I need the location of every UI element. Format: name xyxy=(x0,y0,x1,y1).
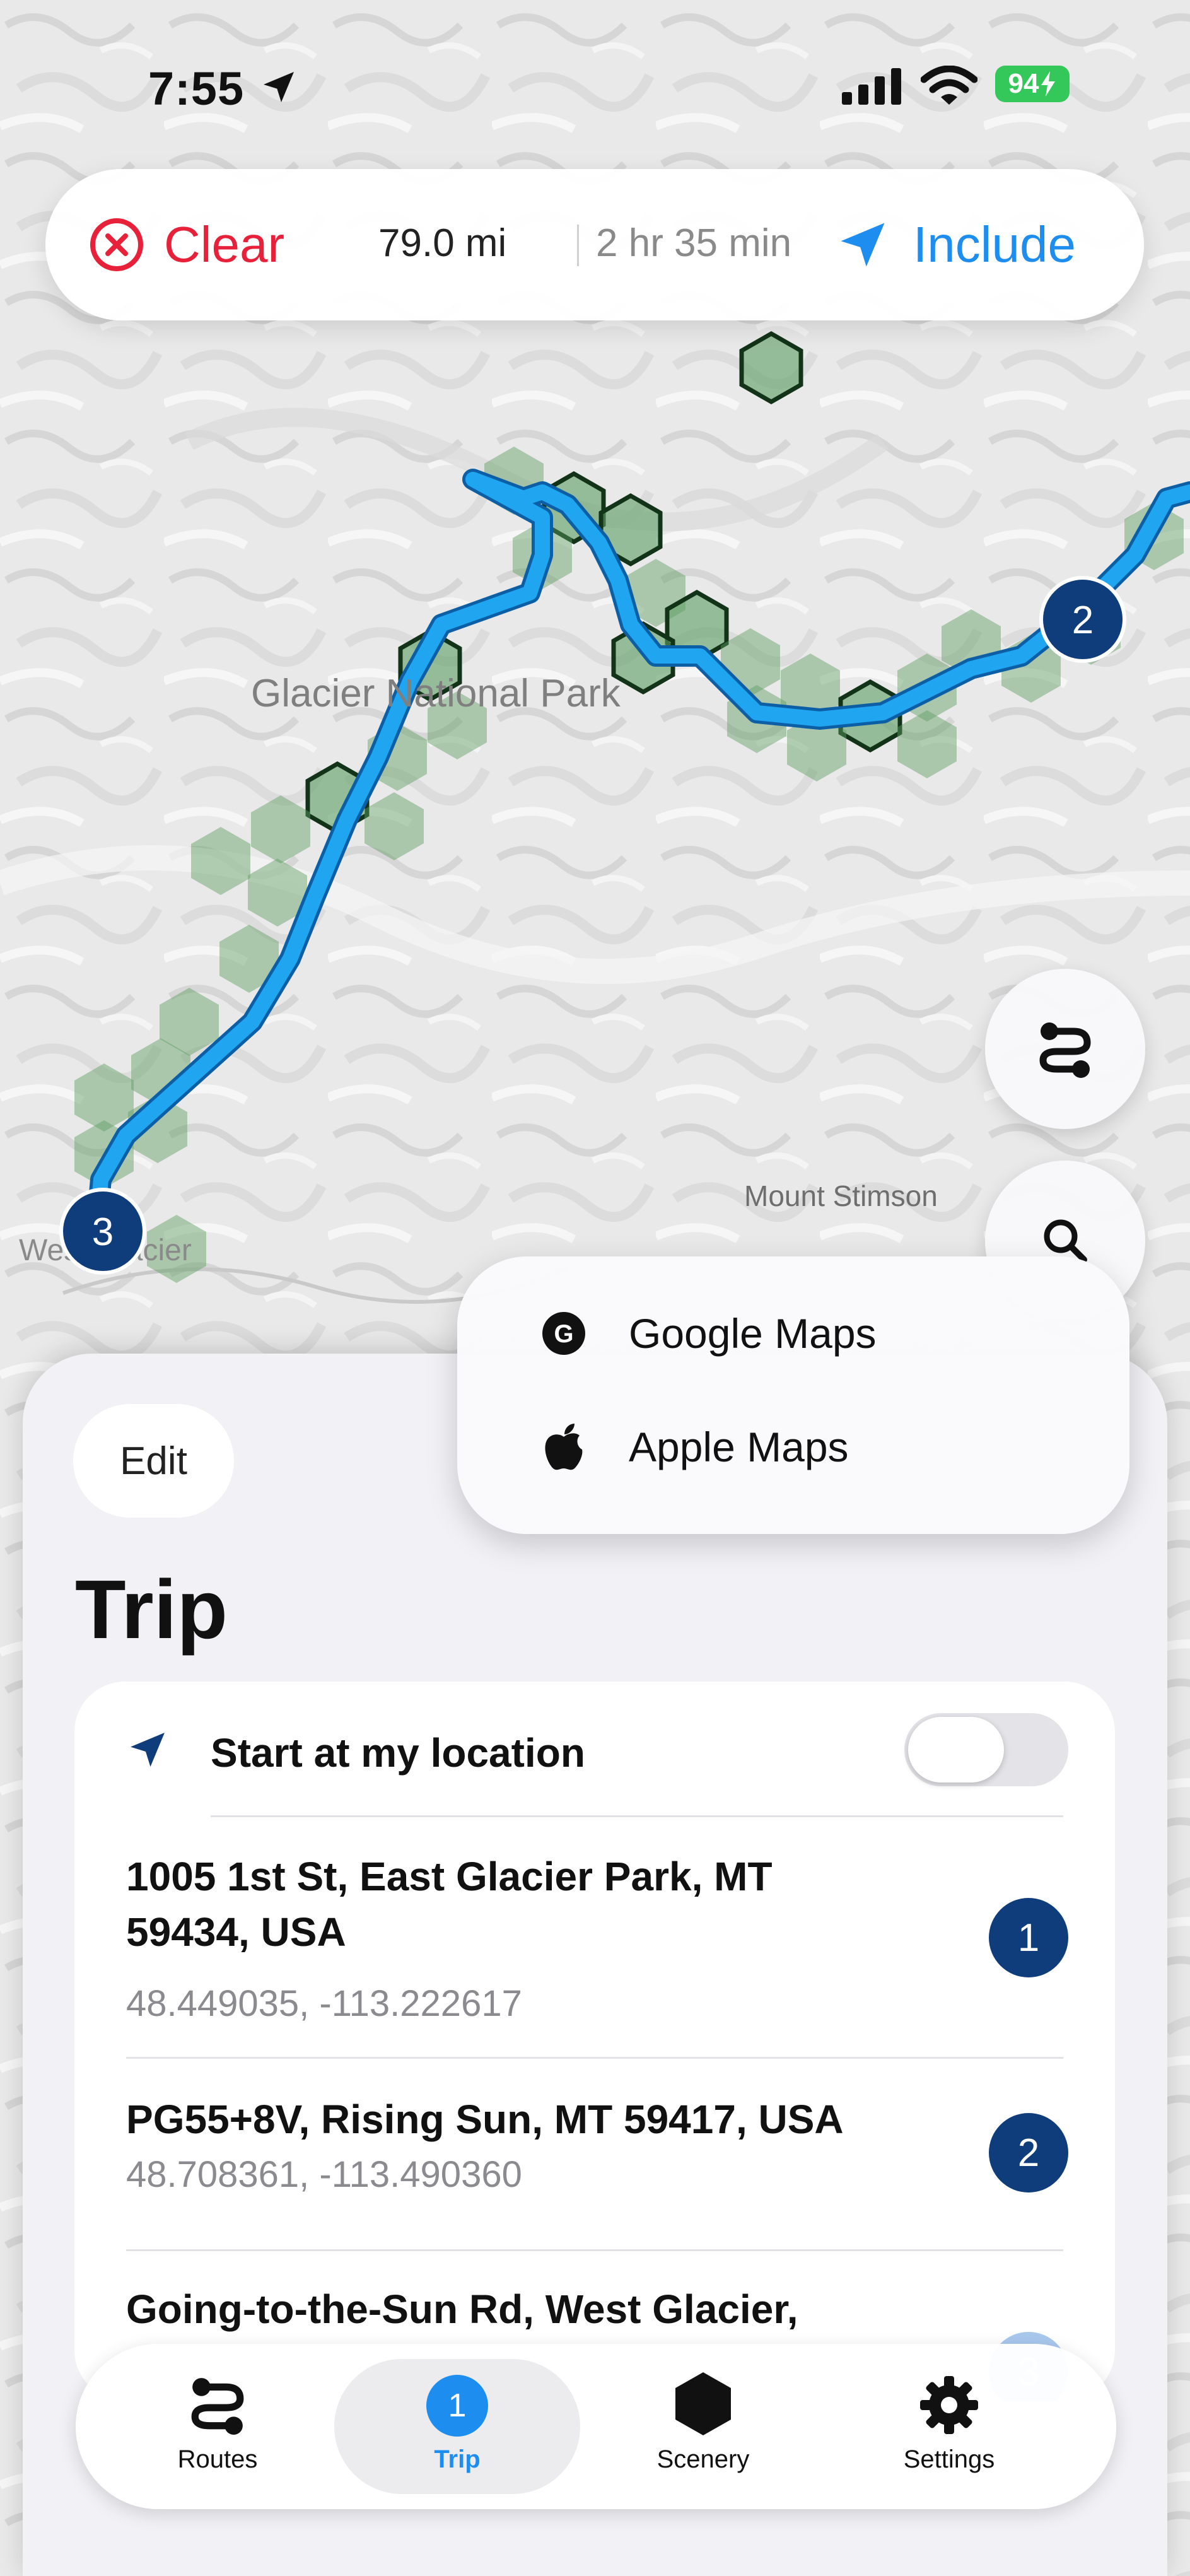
map-marker-2-label: 2 xyxy=(1072,599,1094,642)
location-arrow-icon xyxy=(131,1733,165,1767)
stop-address-line1: 1005 1st St, East Glacier Park, MT xyxy=(126,1854,773,1899)
tab-settings[interactable]: Settings xyxy=(826,2359,1072,2494)
clear-button[interactable]: Clear xyxy=(88,169,284,320)
trip-stop-row[interactable]: PG55+8V, Rising Sun, MT 59417, USA 48.70… xyxy=(74,2059,1115,2248)
start-location-toggle[interactable] xyxy=(904,1713,1068,1786)
map-marker-3-label: 3 xyxy=(92,1210,114,1254)
route-icon xyxy=(1039,1022,1091,1078)
stop-coordinates: 48.708361, -113.490360 xyxy=(126,2154,522,2195)
include-label: Include xyxy=(913,216,1076,272)
stop-address: PG55+8V, Rising Sun, MT 59417, USA xyxy=(126,2092,946,2147)
map-label-park: Glacier National Park xyxy=(251,672,621,715)
map-marker-3[interactable]: 3 xyxy=(59,1188,146,1275)
stop-address: Going-to-the-Sun Rd, West Glacier, xyxy=(126,2281,946,2337)
battery-indicator: 94 xyxy=(995,66,1070,102)
svg-text:G: G xyxy=(554,1320,573,1348)
tab-trip[interactable]: 1 Trip xyxy=(334,2359,580,2494)
trip-summary-bar: Clear 79.0 mi 2 hr 35 min Include xyxy=(45,169,1144,320)
route-style-button[interactable] xyxy=(985,969,1145,1129)
trip-duration: 2 hr 35 min xyxy=(596,221,792,265)
edit-button[interactable]: Edit xyxy=(73,1404,234,1518)
gear-icon xyxy=(920,2376,978,2434)
start-location-label: Start at my location xyxy=(211,1730,585,1776)
charging-bolt-icon xyxy=(1041,71,1056,97)
location-arrow-icon xyxy=(264,72,294,102)
stop-address-line1: PG55+8V, Rising Sun, MT 59417, USA xyxy=(126,2097,844,2142)
app-screen: Glacier National Park Mount Stimson West… xyxy=(0,0,1190,2576)
clear-x-circle-icon xyxy=(90,218,143,271)
navigation-app-menu: G Google Maps Apple Maps xyxy=(457,1256,1129,1534)
tab-routes[interactable]: Routes xyxy=(95,2359,341,2494)
wifi-icon xyxy=(921,66,977,105)
menu-item-label: Google Maps xyxy=(629,1310,877,1357)
summary-divider xyxy=(577,225,579,266)
tab-bar: Routes 1 Trip Scenery Settings xyxy=(76,2344,1116,2509)
toggle-knob xyxy=(908,1717,1004,1783)
stop-address-line1: Going-to-the-Sun Rd, West Glacier, xyxy=(126,2286,798,2332)
tab-scenery[interactable]: Scenery xyxy=(580,2359,826,2494)
menu-item-label: Apple Maps xyxy=(629,1424,849,1470)
trip-distance: 79.0 mi xyxy=(378,221,507,265)
cellular-signal-icon xyxy=(842,68,901,105)
stop-number-badge: 2 xyxy=(989,2113,1068,2193)
map-marker-2[interactable]: 2 xyxy=(1039,576,1126,663)
sheet-title: Trip xyxy=(75,1563,228,1656)
clear-label: Clear xyxy=(164,216,285,272)
google-icon: G xyxy=(542,1312,585,1355)
stop-coordinates: 48.449035, -113.222617 xyxy=(126,1983,522,2024)
tab-settings-label: Settings xyxy=(903,2445,995,2473)
stop-address-line2: 59434, USA xyxy=(126,1909,346,1955)
trip-stop-row[interactable]: 1005 1st St, East Glacier Park, MT 59434… xyxy=(74,1817,1115,2057)
map-label-mountain: Mount Stimson xyxy=(744,1180,938,1212)
tab-routes-label: Routes xyxy=(177,2445,258,2473)
apple-icon xyxy=(545,1424,583,1470)
menu-item-google-maps[interactable]: G Google Maps xyxy=(457,1277,1129,1390)
stop-number-badge: 1 xyxy=(989,1898,1068,1977)
navigation-arrow-icon xyxy=(841,223,885,267)
battery-level: 94 xyxy=(1008,68,1039,99)
menu-item-apple-maps[interactable]: Apple Maps xyxy=(457,1390,1129,1504)
trip-count-badge: 1 xyxy=(426,2375,488,2437)
stop-address: 1005 1st St, East Glacier Park, MT 59434… xyxy=(126,1849,946,1960)
include-button[interactable]: Include xyxy=(834,169,1076,320)
status-time: 7:55 xyxy=(148,62,245,115)
routes-icon xyxy=(191,2378,244,2435)
tab-trip-label: Trip xyxy=(434,2445,481,2473)
hexagon-icon xyxy=(675,2372,731,2435)
trip-stops-card: Start at my location 1005 1st St, East G… xyxy=(74,1682,1115,2401)
tab-scenery-label: Scenery xyxy=(656,2445,750,2473)
start-location-row: Start at my location xyxy=(74,1682,1115,1815)
